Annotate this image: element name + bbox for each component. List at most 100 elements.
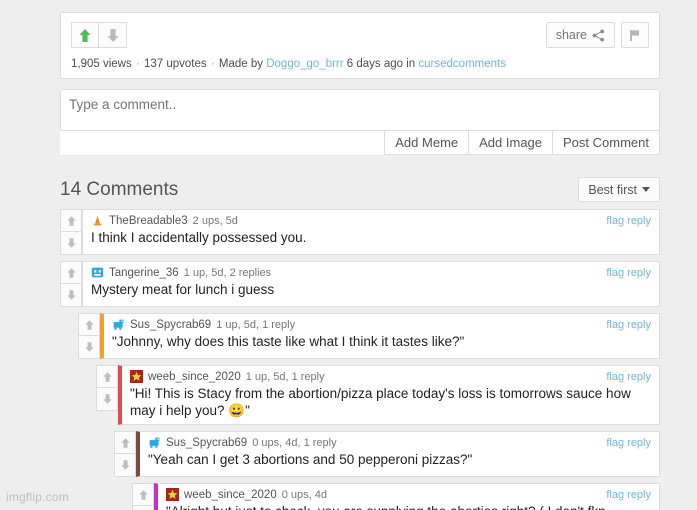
arrow-up-icon — [66, 267, 76, 278]
comment-body: Tangerine_36 1 up, 5d, 2 replies flag repl… — [82, 261, 660, 307]
blue-creature-avatar — [149, 437, 160, 448]
comment-body: weeb_since_2020 0 ups, 4d flag reply "Alrig… — [154, 483, 660, 510]
comment-text: "Alright but just to check. you are supp… — [166, 503, 651, 510]
comment-author-block: TheBreadable3 2 ups, 5d — [91, 214, 238, 227]
comment-links: flag reply — [606, 215, 651, 227]
comment-reply-link[interactable]: reply — [627, 371, 651, 383]
comment-author[interactable]: TheBreadable3 — [109, 215, 188, 227]
chevron-down-icon — [642, 187, 650, 192]
comment-reply-link[interactable]: reply — [627, 489, 651, 501]
made-by-label: Made by — [218, 58, 264, 70]
post-meta-card: share 1,905 views · 137 upvotes · Made b… — [60, 12, 660, 79]
comment-vote-group — [60, 209, 82, 255]
comment-flag-link[interactable]: flag — [606, 267, 624, 279]
comment-header: TheBreadable3 2 ups, 5d flag reply — [91, 214, 651, 227]
comment-upvote-button[interactable] — [132, 483, 154, 506]
add-meme-button[interactable]: Add Meme — [384, 130, 470, 155]
comment-list: TheBreadable3 2 ups, 5d flag reply I think … — [60, 209, 660, 510]
comment-upvote-button[interactable] — [60, 209, 82, 232]
comment-downvote-button[interactable] — [96, 388, 118, 411]
post-comment-button[interactable]: Post Comment — [553, 130, 660, 155]
comment-vote-group — [114, 431, 136, 477]
comment-text: Mystery meat for lunch i guess — [91, 282, 275, 297]
comment-downvote-button[interactable] — [132, 506, 154, 510]
comment-author[interactable]: Sus_Spycrab69 — [166, 437, 247, 449]
flag-post-button[interactable] — [621, 22, 649, 48]
main-column: share 1,905 views · 137 upvotes · Made b… — [60, 12, 660, 510]
arrow-down-icon — [102, 394, 112, 404]
meta-separator-2: · — [210, 58, 215, 70]
comment-composer: Add Meme Add Image Post Comment — [60, 89, 660, 155]
comment-downvote-button[interactable] — [60, 284, 82, 307]
comment-flag-link[interactable]: flag — [606, 489, 624, 501]
meta-separator-1: · — [135, 58, 140, 70]
comment-header: weeb_since_2020 0 ups, 4d flag reply — [166, 488, 651, 501]
comment-flag-link[interactable]: flag — [606, 371, 624, 383]
comment-reply-link[interactable]: reply — [627, 267, 651, 279]
comment-upvote-button[interactable] — [96, 365, 118, 388]
comment-body: Sus_Spycrab69 1 up, 5d, 1 reply flag reply… — [100, 313, 660, 359]
comment-flag-link[interactable]: flag — [606, 319, 624, 331]
arrow-down-icon — [66, 290, 76, 300]
comment-links: flag reply — [606, 267, 651, 279]
post-actions: share — [545, 22, 649, 48]
upvote-count: 137 upvotes — [143, 58, 207, 70]
flag-icon — [630, 29, 639, 41]
stream-link[interactable]: cursedcomments — [418, 58, 506, 70]
comment-text: "Yeah can I get 3 abortions and 50 peppe… — [148, 452, 473, 467]
comment-reply-link[interactable]: reply — [627, 215, 651, 227]
comment-downvote-button[interactable] — [60, 232, 82, 255]
post-age: 6 days ago — [346, 58, 404, 70]
comment-author[interactable]: weeb_since_2020 — [184, 489, 277, 501]
in-label: in — [406, 58, 416, 70]
post-vote-group — [71, 22, 127, 48]
comment-author[interactable]: weeb_since_2020 — [148, 371, 241, 383]
post-upvote-button[interactable] — [71, 22, 99, 48]
arrow-down-icon — [66, 238, 76, 248]
blue-smiley-avatar — [91, 267, 104, 278]
comment-text: "Johnny, why does this taste like what I… — [112, 334, 465, 349]
comment-row: weeb_since_2020 0 ups, 4d flag reply "Alrig… — [132, 483, 660, 510]
share-button-label: share — [555, 28, 587, 42]
comment-text: "Hi! This is Stacy from the abortion/piz… — [130, 386, 631, 418]
comment-header: weeb_since_2020 1 up, 5d, 1 reply flag rep… — [130, 370, 651, 383]
arrow-down-icon — [107, 28, 118, 42]
comment-author-block: weeb_since_2020 0 ups, 4d — [166, 488, 327, 501]
comment-downvote-button[interactable] — [114, 454, 136, 477]
comment-downvote-button[interactable] — [78, 336, 100, 359]
post-stats-line: 1,905 views · 137 upvotes · Made by Dogg… — [71, 57, 649, 71]
share-button[interactable]: share — [545, 22, 615, 48]
arrow-up-icon — [138, 489, 148, 500]
comment-author[interactable]: Tangerine_36 — [109, 267, 179, 279]
post-author-link[interactable]: Doggo_go_brrr — [266, 58, 343, 70]
comment-row: Sus_Spycrab69 1 up, 5d, 1 reply flag reply… — [78, 313, 660, 359]
comment-flag-link[interactable]: flag — [606, 437, 624, 449]
comment-upvote-button[interactable] — [114, 431, 136, 454]
comment-author[interactable]: Sus_Spycrab69 — [130, 319, 211, 331]
comment-stats: 1 up, 5d, 2 replies — [183, 266, 272, 279]
comment-links: flag reply — [606, 489, 651, 501]
comment-author-block: Tangerine_36 1 up, 5d, 2 replies — [91, 266, 271, 279]
comment-row: weeb_since_2020 1 up, 5d, 1 reply flag rep… — [96, 365, 660, 425]
comment-header: Sus_Spycrab69 1 up, 5d, 1 reply flag reply — [112, 318, 651, 331]
post-downvote-button[interactable] — [99, 22, 127, 48]
comment-reply-link[interactable]: reply — [627, 319, 651, 331]
comment-author-block: weeb_since_2020 1 up, 5d, 1 reply — [130, 370, 325, 383]
comment-stats: 2 ups, 5d — [192, 214, 238, 227]
comment-sort-dropdown[interactable]: Best first — [578, 177, 660, 202]
comment-upvote-button[interactable] — [78, 313, 100, 336]
gold-star-avatar — [130, 370, 143, 383]
comments-header: 14 Comments Best first — [60, 177, 660, 202]
add-image-button[interactable]: Add Image — [469, 130, 554, 155]
comment-input[interactable] — [60, 89, 660, 131]
imgflip-post-page: imgflip.com share 1,905 views · 137 upvo… — [0, 0, 697, 510]
comment-links: flag reply — [606, 371, 651, 383]
comment-reply-link[interactable]: reply — [627, 437, 651, 449]
comment-upvote-button[interactable] — [60, 261, 82, 284]
arrow-up-icon — [66, 215, 76, 226]
comment-sort-label: Best first — [588, 182, 637, 197]
comment-flag-link[interactable]: flag — [606, 215, 624, 227]
comment-body: weeb_since_2020 1 up, 5d, 1 reply flag rep… — [118, 365, 660, 425]
comment-body: TheBreadable3 2 ups, 5d flag reply I think … — [82, 209, 660, 255]
comment-vote-group — [132, 483, 154, 510]
